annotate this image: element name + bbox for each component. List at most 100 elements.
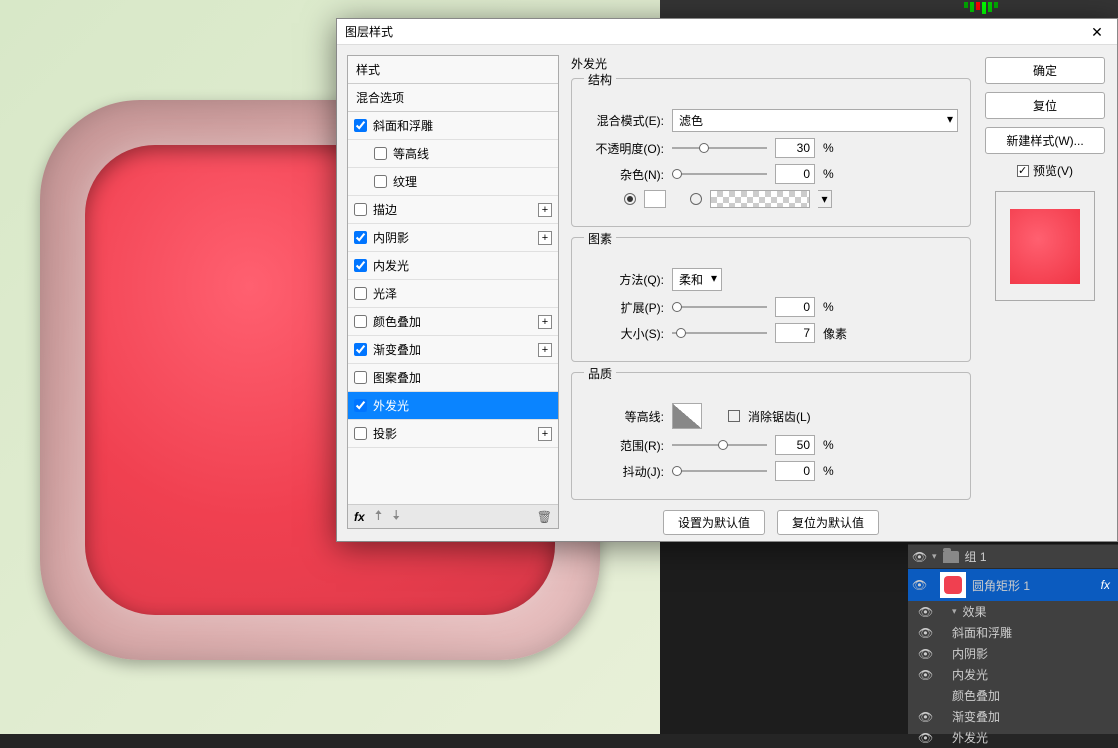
layer-item[interactable]: 👁 圆角矩形 1 fx: [908, 569, 1118, 601]
style-label: 纹理: [393, 173, 552, 190]
set-default-button[interactable]: 设置为默认值: [663, 510, 765, 535]
preview-checkbox[interactable]: [1017, 165, 1029, 177]
plus-icon[interactable]: +: [538, 427, 552, 441]
plus-icon[interactable]: +: [538, 203, 552, 217]
effect-item[interactable]: 👁 渐变叠加: [908, 706, 1118, 727]
style-row[interactable]: 光泽: [348, 280, 558, 308]
layer-group[interactable]: 👁 ▾ 组 1: [908, 544, 1118, 569]
style-label: 渐变叠加: [373, 341, 538, 358]
fx-badge[interactable]: fx: [1101, 578, 1114, 592]
jitter-slider[interactable]: [672, 470, 767, 472]
style-row[interactable]: 渐变叠加+: [348, 336, 558, 364]
trash-icon[interactable]: 🗑: [537, 510, 552, 524]
effect-item[interactable]: 👁 斜面和浮雕: [908, 622, 1118, 643]
gradient-dropdown-icon[interactable]: ▾: [818, 190, 832, 208]
gradient-picker[interactable]: [710, 190, 810, 208]
style-row[interactable]: 纹理: [348, 168, 558, 196]
spread-input[interactable]: [775, 297, 815, 317]
style-row[interactable]: 等高线: [348, 140, 558, 168]
style-checkbox[interactable]: [354, 427, 367, 440]
fx-menu[interactable]: fx: [354, 510, 365, 524]
color-swatch[interactable]: [644, 190, 666, 208]
style-checkbox[interactable]: [354, 371, 367, 384]
style-checkbox[interactable]: [374, 175, 387, 188]
effect-item[interactable]: 👁外发光: [908, 727, 1118, 748]
visibility-icon[interactable]: 👁: [918, 710, 932, 724]
elements-group: 图素 方法(Q): 柔和 扩展(P): % 大小(S): 像素: [571, 237, 971, 362]
opacity-slider[interactable]: [672, 147, 767, 149]
style-row[interactable]: 内阴影+: [348, 224, 558, 252]
blend-options[interactable]: 混合选项: [348, 84, 558, 112]
style-checkbox[interactable]: [354, 231, 367, 244]
contour-picker[interactable]: [672, 403, 702, 429]
styles-header[interactable]: 样式: [348, 56, 558, 84]
effect-item[interactable]: 👁内发光: [908, 664, 1118, 685]
style-row[interactable]: 外发光: [348, 392, 558, 420]
cancel-button[interactable]: 复位: [985, 92, 1105, 119]
jitter-input[interactable]: [775, 461, 815, 481]
blend-mode-dropdown[interactable]: 滤色: [672, 109, 958, 132]
style-checkbox[interactable]: [354, 399, 367, 412]
visibility-icon[interactable]: 👁: [918, 626, 932, 640]
effect-label: 内阴影: [952, 645, 988, 662]
range-slider[interactable]: [672, 444, 767, 446]
gradient-radio[interactable]: [690, 193, 702, 205]
technique-label: 方法(Q):: [584, 271, 664, 288]
size-slider[interactable]: [672, 332, 767, 334]
new-style-button[interactable]: 新建样式(W)...: [985, 127, 1105, 154]
effects-header[interactable]: 👁 ▾ 效果: [908, 601, 1118, 622]
style-row[interactable]: 内发光: [348, 252, 558, 280]
style-row[interactable]: 颜色叠加+: [348, 308, 558, 336]
move-down-icon[interactable]: 🠧: [392, 505, 400, 529]
visibility-icon[interactable]: 👁: [912, 550, 926, 564]
style-label: 斜面和浮雕: [373, 117, 552, 134]
style-row[interactable]: 斜面和浮雕: [348, 112, 558, 140]
antialias-checkbox[interactable]: [728, 410, 740, 422]
style-row[interactable]: 投影+: [348, 420, 558, 448]
plus-icon[interactable]: +: [538, 315, 552, 329]
folder-icon: [943, 551, 959, 563]
style-label: 内阴影: [373, 229, 538, 246]
move-up-icon[interactable]: 🠥: [375, 505, 383, 529]
style-checkbox[interactable]: [354, 259, 367, 272]
visibility-icon[interactable]: 👁: [912, 578, 926, 592]
opacity-input[interactable]: [775, 138, 815, 158]
blend-mode-label: 混合模式(E):: [584, 112, 664, 129]
visibility-icon[interactable]: 👁: [918, 668, 932, 682]
chevron-down-icon[interactable]: ▾: [932, 551, 937, 562]
spread-slider[interactable]: [672, 306, 767, 308]
visibility-icon[interactable]: 👁: [918, 647, 932, 661]
effect-label: 颜色叠加: [952, 687, 1000, 704]
titlebar[interactable]: 图层样式 ✕: [337, 19, 1117, 45]
technique-dropdown[interactable]: 柔和: [672, 268, 722, 291]
close-button[interactable]: ✕: [1077, 19, 1117, 45]
style-checkbox[interactable]: [354, 315, 367, 328]
style-checkbox[interactable]: [374, 147, 387, 160]
color-radio[interactable]: [624, 193, 636, 205]
visibility-icon[interactable]: 👁: [918, 605, 932, 619]
noise-slider[interactable]: [672, 173, 767, 175]
style-label: 颜色叠加: [373, 313, 538, 330]
dialog-title: 图层样式: [345, 23, 1077, 40]
style-row[interactable]: 描边+: [348, 196, 558, 224]
plus-icon[interactable]: +: [538, 231, 552, 245]
range-input[interactable]: [775, 435, 815, 455]
effect-item[interactable]: 颜色叠加: [908, 685, 1118, 706]
effect-item[interactable]: 👁 内阴影: [908, 643, 1118, 664]
contour-label: 等高线:: [584, 408, 664, 425]
effect-label: 渐变叠加: [952, 708, 1000, 725]
style-checkbox[interactable]: [354, 343, 367, 356]
style-checkbox[interactable]: [354, 119, 367, 132]
chevron-down-icon[interactable]: ▾: [952, 606, 957, 617]
visibility-icon[interactable]: 👁: [918, 731, 932, 745]
style-row[interactable]: 图案叠加: [348, 364, 558, 392]
ok-button[interactable]: 确定: [985, 57, 1105, 84]
style-label: 光泽: [373, 285, 552, 302]
style-checkbox[interactable]: [354, 287, 367, 300]
noise-input[interactable]: [775, 164, 815, 184]
effect-label: 斜面和浮雕: [952, 624, 1012, 641]
style-checkbox[interactable]: [354, 203, 367, 216]
plus-icon[interactable]: +: [538, 343, 552, 357]
reset-default-button[interactable]: 复位为默认值: [777, 510, 879, 535]
size-input[interactable]: [775, 323, 815, 343]
